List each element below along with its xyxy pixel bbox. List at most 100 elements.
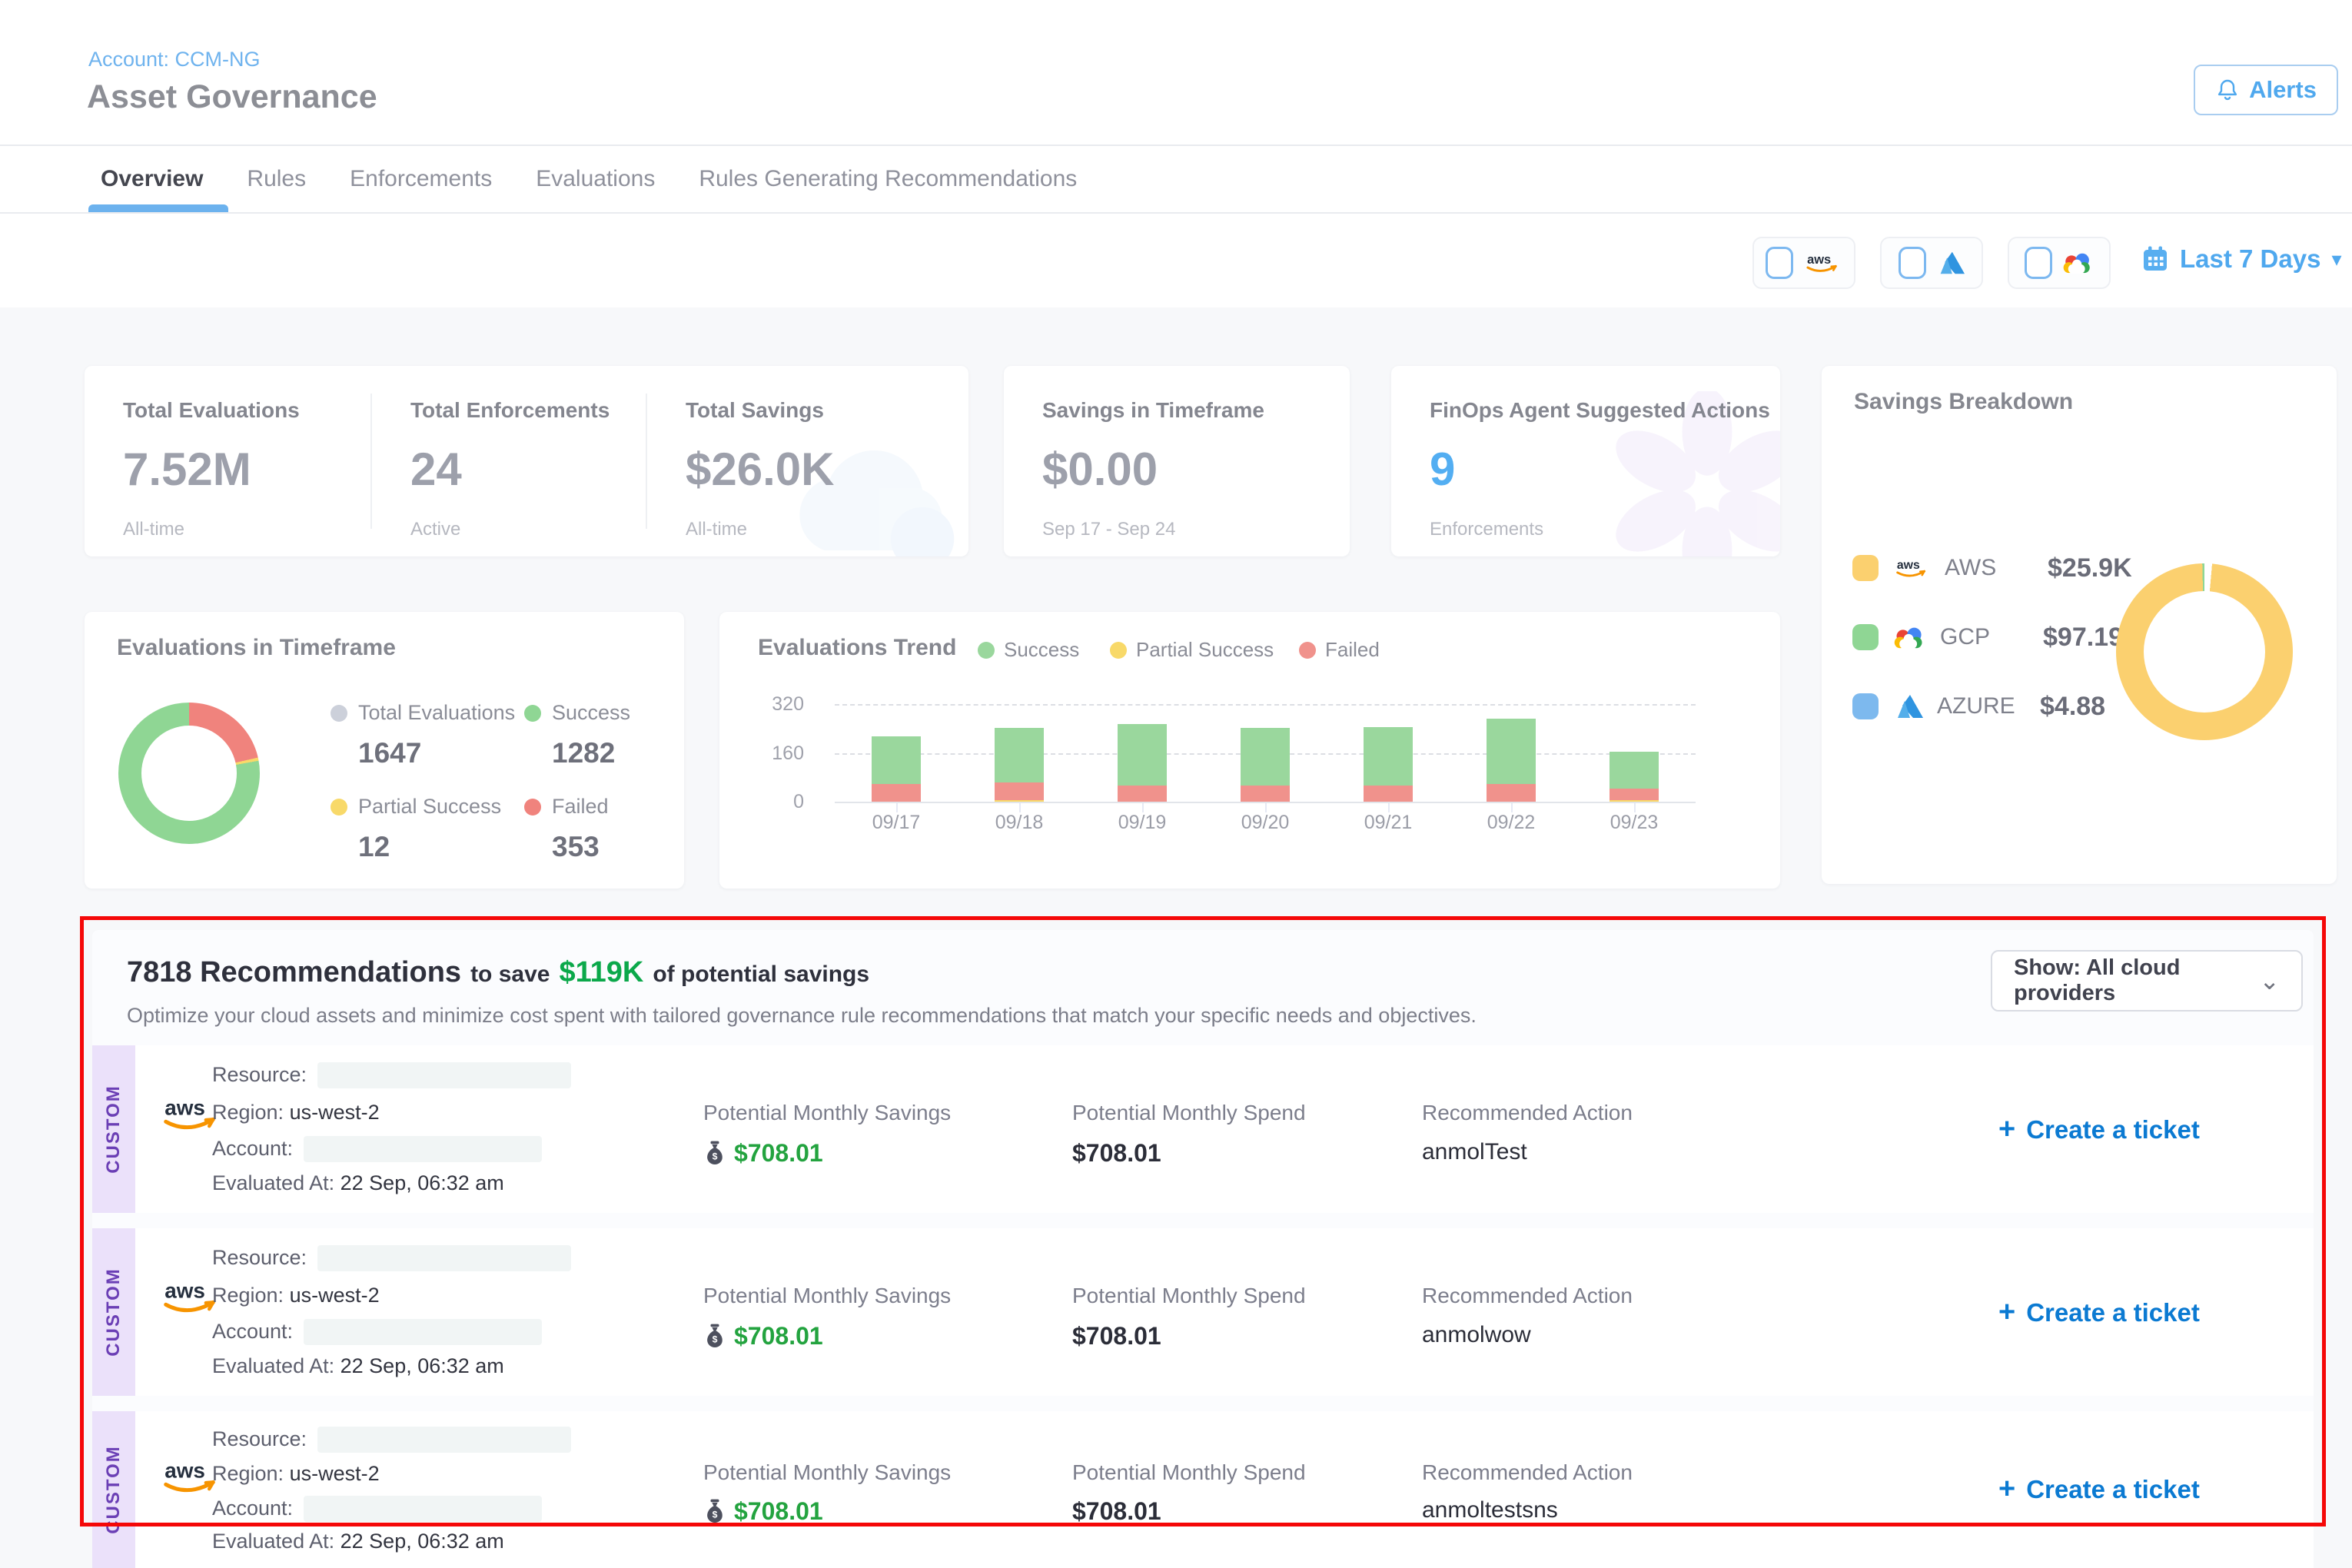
custom-tag: CUSTOM [92,1411,135,1568]
create-ticket-button[interactable]: +Create a ticket [1998,1473,2200,1506]
redacted-account-value [304,1136,542,1162]
region-line: Region: us-west-2 [212,1462,380,1486]
recommendation-row: CUSTOM aws Resource: Region: us-west-2 A… [92,1045,2314,1213]
custom-tag: CUSTOM [92,1228,135,1396]
chevron-down-icon: ▾ [2331,247,2341,271]
account-line: Account: [212,1319,542,1345]
legend-label: Total Evaluations [358,701,515,725]
provider-filter-aws[interactable]: aws [1752,237,1855,289]
potential-savings-amount: $119K [559,956,643,989]
legend-success: Success 1282 [524,701,630,769]
page-header: Account: CCM-NG Asset Governance Alerts [0,0,2352,146]
svg-text:aws: aws [1807,253,1831,267]
cloud-provider-select[interactable]: Show: All cloud providers ⌄ [1991,950,2303,1012]
failed-dot [524,799,541,816]
spend-column-header: Potential Monthly Spend [1072,1101,1306,1125]
recommendations-heading: 7818 Recommendations to save $119K of po… [127,956,869,989]
account-breadcrumb[interactable]: Account: CCM-NG [88,48,261,71]
recommendation-row: CUSTOM aws Resource: Region: us-west-2 A… [92,1228,2314,1396]
date-range-label: Last 7 Days [2180,244,2320,274]
stat-total-savings: Total Savings $26.0K All-time [686,398,834,540]
savings-column-header: Potential Monthly Savings [703,1101,951,1125]
finops-actions-card: FinOps Agent Suggested Actions 9 Enforce… [1391,366,1780,556]
filter-bar [0,214,2352,307]
provider-filter-azure[interactable] [1880,237,1983,289]
evaluated-line: Evaluated At: 22 Sep, 06:32 am [212,1354,504,1378]
azure-logo-icon [1892,693,1923,719]
tab-overview[interactable]: Overview [101,166,203,192]
recommendations-subtitle: Optimize your cloud assets and minimize … [127,1004,1477,1028]
svg-text:$: $ [713,1509,718,1520]
azure-logo-icon [1935,250,1965,276]
potential-monthly-spend: $708.01 [1072,1139,1161,1168]
region-line: Region: us-west-2 [212,1284,380,1307]
create-ticket-button[interactable]: +Create a ticket [1998,1113,2200,1146]
legend-value: $25.9K [2048,553,2132,583]
legend-value: 1647 [358,737,515,769]
legend-value: 12 [358,831,501,863]
money-bag-icon: $ [703,1499,726,1524]
legend-item-aws: aws AWS $25.9K [1852,549,2132,587]
divider [646,394,647,529]
redacted-account-value [304,1319,542,1345]
svg-text:aws: aws [164,1458,205,1482]
savings-column-header: Potential Monthly Savings [703,1460,951,1485]
tab-evaluations[interactable]: Evaluations [536,166,655,192]
tab-rules-generating-recommendations[interactable]: Rules Generating Recommendations [699,166,1077,192]
money-bag-icon: $ [703,1324,726,1349]
heading-text: to save [470,962,550,988]
legend-label: Failed [1325,638,1380,662]
action-column-header: Recommended Action [1422,1460,1633,1485]
date-range-filter[interactable]: Last 7 Days ▾ [2141,244,2342,274]
aws-checkbox[interactable] [1766,247,1793,279]
legend-value: 353 [552,831,609,863]
y-axis-label: 160 [750,742,804,765]
legend-value: 1282 [552,737,630,769]
legend-label: AWS [1945,555,2034,581]
provider-filter-gcp[interactable] [2008,237,2111,289]
resource-line: Resource: [212,1245,571,1271]
aws-logo-icon: aws [1892,556,1931,580]
plus-icon: + [1998,1296,2015,1329]
evaluated-line: Evaluated At: 22 Sep, 06:32 am [212,1171,504,1195]
x-axis-label: 09/21 [1327,812,1450,834]
action-column-header: Recommended Action [1422,1284,1633,1308]
redacted-account-value [304,1496,542,1522]
spend-column-header: Potential Monthly Spend [1072,1460,1306,1485]
recommendations-panel: 7818 Recommendations to save $119K of po… [92,930,2314,1568]
evaluations-timeframe-card: Evaluations in Timeframe Total Evaluatio… [85,612,684,889]
legend-value: $97.19 [2043,623,2123,653]
potential-monthly-savings: $ $708.01 [703,1497,823,1526]
x-axis-label: 09/20 [1204,812,1327,834]
savings-breakdown-title: Savings Breakdown [1854,389,2073,415]
redacted-resource-value [317,1245,571,1271]
success-dot [524,705,541,722]
azure-checkbox[interactable] [1899,247,1926,279]
legend-item-gcp: GCP $97.19 [1852,618,2123,656]
trend-bar: 09/18 [958,704,1081,802]
recommended-action: anmolwow [1422,1322,1531,1348]
tab-enforcements[interactable]: Enforcements [350,166,492,192]
failed-dot [1299,642,1316,659]
x-axis-label: 09/19 [1081,812,1204,834]
alerts-button[interactable]: Alerts [2194,65,2338,115]
stat-total-enforcements: Total Enforcements 24 Active [410,398,610,540]
recommended-action: anmolTest [1422,1139,1527,1165]
calendar-icon [2141,245,2169,273]
savings-breakdown-card: Savings Breakdown aws AWS $25.9K GCP $97… [1822,366,2337,884]
create-ticket-button[interactable]: +Create a ticket [1998,1296,2200,1329]
savings-breakdown-donut-chart [2116,563,2293,740]
recommendation-row: CUSTOM aws Resource: Region: us-west-2 A… [92,1411,2314,1568]
divider [370,394,372,529]
aws-color-swatch [1852,555,1879,581]
legend-value: $4.88 [2040,692,2105,722]
legend-label: Success [552,701,630,725]
legend-partial-success: Partial Success 12 [331,795,501,863]
evaluations-trend-card: Evaluations Trend Success Partial Succes… [719,612,1780,889]
legend-failed: Failed 353 [524,795,609,863]
asset-governance-page: { "header": { "account_label": "Account:… [0,0,2352,1568]
tab-rules[interactable]: Rules [247,166,306,192]
legend-label: Partial Success [358,795,501,819]
gcp-checkbox[interactable] [2025,247,2052,279]
redacted-resource-value [317,1062,571,1088]
